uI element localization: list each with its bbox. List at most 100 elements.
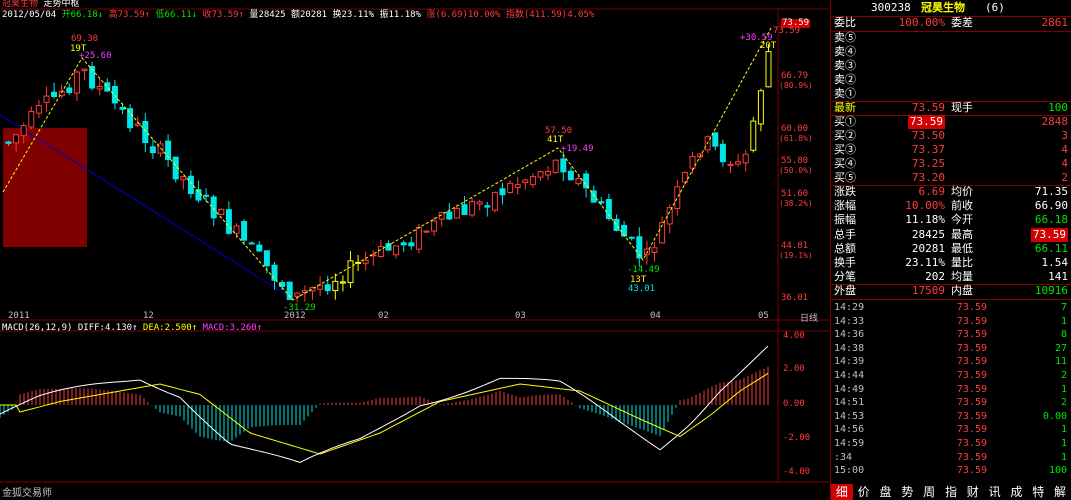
sell-level[interactable]: 卖③ (831, 59, 1071, 73)
tick-time: 14:38 (834, 342, 865, 354)
tick-price: 73.59 (956, 302, 987, 313)
stat-label: 均价 (951, 185, 973, 198)
tick-time: 14:44 (834, 370, 865, 381)
macd-label: MACD: (202, 323, 230, 333)
stock-code: 300238 (871, 1, 911, 14)
tick-price: 73.59 (956, 383, 987, 395)
time-tick: 04 (650, 311, 661, 321)
price-tick: 51.60 (781, 189, 809, 199)
high-value: 73.59 (117, 10, 145, 20)
diff-value: 4.130 (104, 323, 133, 333)
buy-label: 买⑤ (834, 171, 856, 184)
tab-1[interactable]: 价 (853, 484, 875, 500)
candle (461, 196, 468, 216)
outer-inner-row: 外盘 17509 内盘 10916 (831, 284, 1071, 298)
candle (142, 112, 149, 153)
stat-row[interactable]: 分笔 202 均量 141 (831, 270, 1071, 284)
stat-label: 涨幅 (834, 199, 856, 213)
stat-label: 涨跌 (834, 185, 856, 198)
buy-level[interactable]: 买⑤ 73.20 2 (831, 171, 1071, 185)
tick-row[interactable]: :34 73.59 1 (831, 451, 1071, 465)
buy-level[interactable]: 买① 73.59 2848 (831, 115, 1071, 129)
tab-8[interactable]: 成 (1006, 484, 1028, 500)
candle (735, 153, 742, 167)
amount-label: 额 (290, 10, 300, 20)
tick-price: 73.59 (956, 397, 987, 409)
sell-level[interactable]: 卖② (831, 73, 1071, 87)
tick-row[interactable]: 14:38 73.59 27 (831, 342, 1071, 356)
time-tick: 2011 (8, 311, 30, 321)
tick-row[interactable]: 14:56 73.59 1 (831, 423, 1071, 437)
low-label: 低 (155, 10, 165, 20)
stat-row[interactable]: 总手 28425 最高 73.59 (831, 227, 1071, 242)
tick-row[interactable]: 15:00 73.59 100 (831, 464, 1071, 478)
peak2-pct: +19.49 (561, 144, 594, 154)
buy-level[interactable]: 买④ 73.25 4 (831, 157, 1071, 171)
buy-level[interactable]: 买③ 73.37 4 (831, 143, 1071, 157)
candle (651, 242, 658, 262)
stat-row[interactable]: 振幅 11.18% 今开 66.18 (831, 213, 1071, 227)
price-tick: 66.79 (781, 71, 809, 81)
tick-row[interactable]: 14:53 73.59 0.00 (831, 410, 1071, 424)
chart-panel[interactable]: 冠昊生物 走势中枢 2012/05/04 开66.18↓ 高73.59↑ 低66… (0, 0, 830, 500)
tick-row[interactable]: 14:44 73.59 2 (831, 369, 1071, 383)
price-fib-label: (19.1%) (779, 251, 813, 260)
stat-row[interactable]: 换手 23.11% 量比 1.54 (831, 256, 1071, 270)
tick-volume: 27 (1054, 342, 1067, 354)
buy-level[interactable]: 买② 73.50 3 (831, 129, 1071, 143)
sell-level[interactable]: 卖④ (831, 45, 1071, 59)
macd-axis: 4.00 2.00 0.00 -2.00 -4.00 (779, 331, 829, 481)
tick-volume: 1 (1060, 315, 1067, 327)
latest-value: 73.59 (911, 101, 945, 114)
amplitude-value: 11.18% (388, 10, 421, 20)
weicha-label: 委差 (951, 16, 973, 29)
macd-group (0, 345, 769, 463)
tick-time: 15:00 (834, 465, 865, 477)
tab-2[interactable]: 盘 (875, 484, 897, 500)
stat-row[interactable]: 涨跌 6.69 均价 71.35 (831, 185, 1071, 199)
stat-row[interactable]: 涨幅 10.00% 前收 66.90 (831, 199, 1071, 213)
tab-6[interactable]: 财 (962, 484, 984, 500)
candle (339, 275, 346, 292)
trend-zigzag (2, 27, 772, 301)
tab-9[interactable]: 特 (1027, 484, 1049, 500)
peak3-count: 20T (760, 41, 777, 51)
sell-level[interactable]: 卖⑤ (831, 31, 1071, 45)
sell-level[interactable]: 卖① (831, 87, 1071, 101)
volume-value: 28425 (258, 10, 286, 20)
tick-price: 73.59 (956, 356, 987, 368)
tick-row[interactable]: 14:33 73.59 1 (831, 315, 1071, 329)
stat-label: 分笔 (834, 270, 856, 284)
stat-value: 73.59 (1030, 227, 1068, 242)
candle (560, 151, 567, 182)
stat-row[interactable]: 总额 20281 最低 66.11 (831, 242, 1071, 256)
kline-chart[interactable] (0, 0, 830, 500)
tick-row[interactable]: 14:39 73.59 11 (831, 355, 1071, 369)
tab-3[interactable]: 势 (896, 484, 918, 500)
buy-label: 买④ (834, 157, 856, 170)
buy-price: 73.25 (911, 157, 945, 170)
candle (719, 139, 726, 167)
time-axis: 2011 12 2012 02 03 04 05 (0, 311, 830, 321)
candle (605, 193, 612, 221)
candle (469, 198, 476, 218)
buy-volume: 3 (1061, 129, 1068, 142)
stat-label: 最低 (951, 241, 973, 255)
tab-0[interactable]: 细 (831, 484, 853, 500)
tick-row[interactable]: 14:59 73.59 1 (831, 437, 1071, 451)
tick-row[interactable]: 14:49 73.59 1 (831, 383, 1071, 397)
tick-row[interactable]: 14:36 73.59 8 (831, 328, 1071, 342)
inner-value: 10916 (1034, 284, 1068, 297)
price-tick: 55.80 (781, 156, 809, 166)
tab-4[interactable]: 周 (918, 484, 940, 500)
candle (583, 170, 590, 198)
tab-10[interactable]: 解 (1049, 484, 1071, 500)
tick-row[interactable]: 14:51 73.59 2 (831, 396, 1071, 410)
period-label[interactable]: 日线 (800, 311, 818, 324)
tick-row[interactable]: 14:29 73.59 7 (831, 301, 1071, 315)
candle (28, 106, 35, 130)
quote-suffix: (6) (985, 1, 1005, 14)
tab-7[interactable]: 讯 (984, 484, 1006, 500)
tab-5[interactable]: 指 (940, 484, 962, 500)
buy-volume: 2 (1061, 171, 1068, 184)
